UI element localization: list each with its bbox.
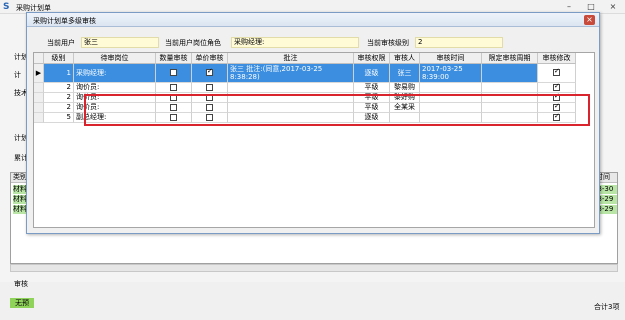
col-header-modify[interactable]: 审核修改: [538, 53, 576, 64]
cell-cycle[interactable]: [482, 83, 538, 93]
table-row[interactable]: ▶ 1 采购经理: 张三 批注:(同意,2017-03-25 8:38:28) …: [34, 64, 594, 83]
grid-corner: [34, 53, 44, 64]
highlight-annotation-box: [84, 94, 590, 126]
cell-level[interactable]: 2: [44, 103, 74, 113]
bg-row-category: 材料: [13, 195, 27, 204]
bg-total-count: 合计3项: [594, 303, 620, 311]
cell-permission[interactable]: 逐级: [354, 64, 390, 83]
cell-time[interactable]: [420, 83, 482, 93]
minimize-icon[interactable]: –: [560, 1, 578, 12]
cell-qty-check[interactable]: [156, 83, 192, 93]
cell-price-check[interactable]: [192, 64, 228, 83]
cell-position[interactable]: 采购经理:: [74, 64, 156, 83]
cell-price-check[interactable]: [192, 83, 228, 93]
col-header-level[interactable]: 级别: [44, 53, 74, 64]
cell-time[interactable]: 2017-03-25 8:39:00: [420, 64, 482, 83]
cell-level[interactable]: 5: [44, 113, 74, 123]
col-header-note[interactable]: 批注: [228, 53, 354, 64]
row-indicator-icon: [34, 83, 44, 93]
col-header-position[interactable]: 待审岗位: [74, 53, 156, 64]
cell-approver[interactable]: 张三: [390, 64, 420, 83]
col-header-time[interactable]: 审核时间: [420, 53, 482, 64]
role-label: 当前用户岗位角色: [165, 39, 221, 47]
app-icon: S: [3, 2, 10, 12]
dialog-title-bar: 采购计划单多级审核 ×: [27, 13, 599, 27]
close-icon[interactable]: ×: [604, 1, 622, 12]
review-grid[interactable]: 级别 待审岗位 数量审核 单价审核 批注 审核权限 审核人 审核时间 限定审核周…: [33, 52, 595, 228]
cell-cycle[interactable]: [482, 64, 538, 83]
row-indicator-icon: [34, 93, 44, 103]
cell-modify[interactable]: [538, 83, 576, 93]
col-header-cycle[interactable]: 限定审核周期: [482, 53, 538, 64]
bg-row-category: 材料: [13, 205, 27, 214]
level-field: 2: [415, 37, 503, 48]
maximize-icon[interactable]: □: [582, 1, 600, 12]
cell-level[interactable]: 2: [44, 93, 74, 103]
cell-level[interactable]: 2: [44, 83, 74, 93]
row-indicator-icon: ▶: [34, 64, 44, 83]
modify-checkbox[interactable]: [553, 67, 560, 76]
cell-qty-check[interactable]: [156, 64, 192, 83]
bg-status-badge: 无预: [10, 298, 34, 308]
col-header-permission[interactable]: 审核权限: [354, 53, 390, 64]
row-indicator-icon: [34, 113, 44, 123]
cell-note[interactable]: [228, 83, 354, 93]
level-label: 当前审核级别: [367, 39, 409, 47]
bg-label-audit: 审核: [14, 280, 28, 288]
col-header-qty-check[interactable]: 数量审核: [156, 53, 192, 64]
table-row[interactable]: 2 询价员: 平级 黎易购: [34, 83, 594, 93]
bg-label-count: 计: [14, 71, 21, 79]
cell-approver[interactable]: 黎易购: [390, 83, 420, 93]
bg-row-category: 材料: [13, 185, 27, 194]
col-header-approver[interactable]: 审核人: [390, 53, 420, 64]
current-user-field: 张三: [81, 37, 159, 48]
qty-check-checkbox[interactable]: [170, 84, 177, 91]
multi-level-review-dialog: 采购计划单多级审核 × 当前用户 张三 当前用户岗位角色 采购经理: 当前审核级…: [26, 12, 600, 234]
role-field: 采购经理:: [231, 37, 359, 48]
price-check-checkbox[interactable]: [206, 67, 213, 76]
price-check-checkbox[interactable]: [206, 84, 213, 91]
row-indicator-icon: [34, 103, 44, 113]
cell-position[interactable]: 询价员:: [74, 83, 156, 93]
background-horizontal-scrollbar[interactable]: [10, 264, 618, 272]
dialog-close-button[interactable]: ×: [584, 15, 595, 25]
cell-permission[interactable]: 平级: [354, 83, 390, 93]
dialog-title: 采购计划单多级审核: [33, 17, 96, 25]
bg-header-category: 类别: [13, 173, 27, 181]
qty-check-checkbox[interactable]: [170, 69, 177, 76]
cell-modify[interactable]: [538, 64, 576, 83]
modify-checkbox[interactable]: [553, 83, 560, 91]
background-status-area: 审核 合计3项: [0, 280, 625, 320]
col-header-price-check[interactable]: 单价审核: [192, 53, 228, 64]
current-user-label: 当前用户: [47, 39, 75, 47]
cell-level[interactable]: 1: [44, 64, 74, 83]
cell-note[interactable]: 张三 批注:(同意,2017-03-25 8:38:28): [228, 64, 354, 83]
